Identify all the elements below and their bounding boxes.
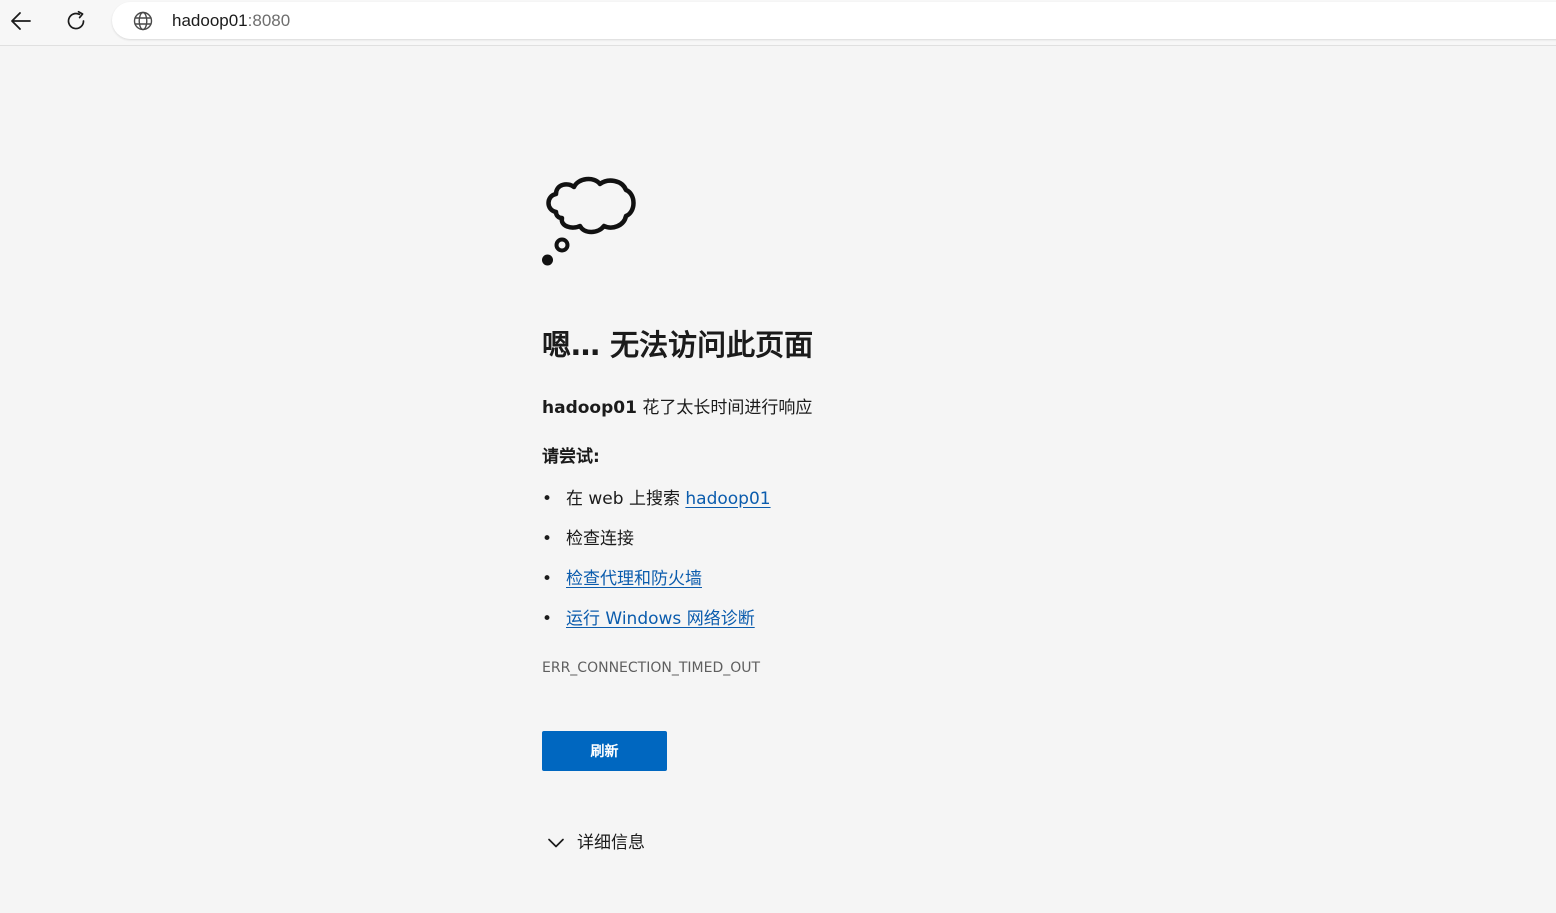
details-toggle[interactable]: 详细信息	[546, 830, 645, 856]
url-port: :8080	[247, 11, 291, 30]
arrow-left-icon	[11, 12, 31, 30]
bullet: •	[542, 489, 553, 509]
url-host: hadoop01	[172, 11, 248, 30]
suggestion-check-connection-text: 检查连接	[566, 529, 634, 549]
error-host: hadoop01	[542, 398, 637, 418]
globe-icon	[133, 11, 153, 31]
address-bar[interactable]: hadoop01:8080	[112, 2, 1556, 39]
network-diagnostics-link[interactable]: 运行 Windows 网络诊断	[566, 609, 755, 629]
error-message: 花了太长时间进行响应	[636, 398, 813, 418]
reload-button[interactable]	[59, 4, 93, 38]
error-description: hadoop01 花了太长时间进行响应	[542, 396, 812, 420]
search-host-link[interactable]: hadoop01	[685, 489, 770, 509]
bullet: •	[542, 569, 553, 589]
bullet: •	[542, 609, 553, 629]
bullet: •	[542, 529, 553, 549]
browser-toolbar: hadoop01:8080	[0, 0, 1556, 46]
details-label: 详细信息	[577, 833, 645, 853]
refresh-icon	[67, 10, 85, 30]
url-text[interactable]: hadoop01:8080	[172, 10, 290, 31]
try-heading: 请尝试:	[542, 447, 600, 467]
check-proxy-firewall-link[interactable]: 检查代理和防火墙	[566, 569, 702, 589]
page-title: 嗯… 无法访问此页面	[542, 328, 814, 362]
thought-cloud-icon	[542, 176, 636, 266]
suggestion-search-prefix: 在 web 上搜索	[566, 489, 686, 509]
chevron-down-icon	[548, 838, 564, 848]
back-button[interactable]	[4, 4, 38, 38]
error-code: ERR_CONNECTION_TIMED_OUT	[542, 660, 761, 676]
refresh-button[interactable]: 刷新	[542, 731, 667, 771]
